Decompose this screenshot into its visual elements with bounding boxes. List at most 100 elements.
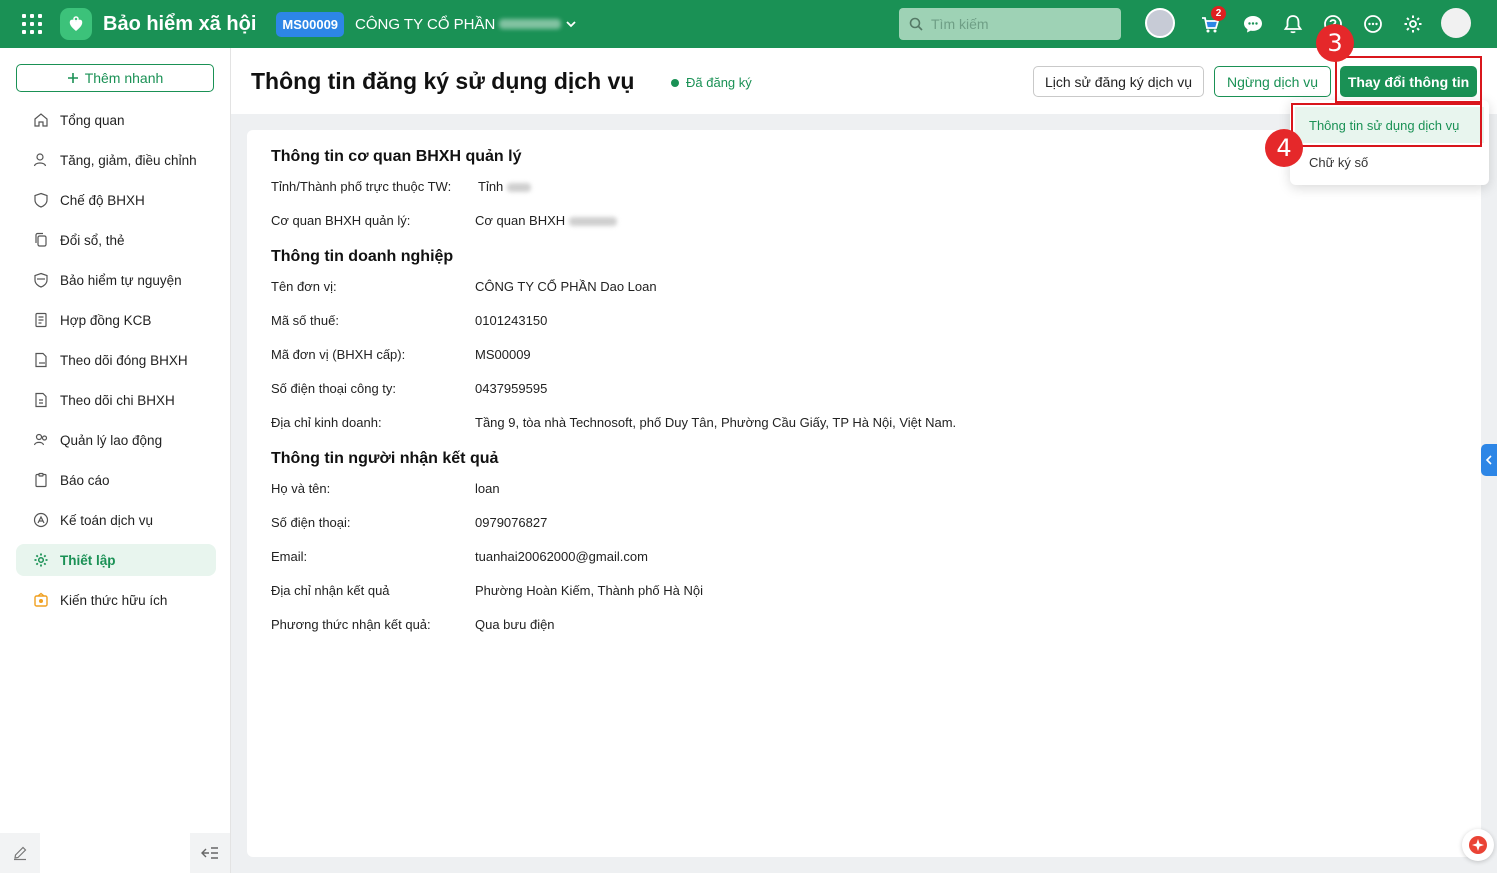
sidebar-item-lao-dong[interactable]: Quản lý lao động — [16, 424, 216, 456]
top-bar: Bảo hiểm xã hội MS00009 CÔNG TY CỔ PHẦN — [0, 0, 1497, 48]
sidebar-item-che-do[interactable]: Chế độ BHXH — [16, 184, 216, 216]
sidebar-item-tang-giam[interactable]: Tăng, giảm, điều chỉnh — [16, 144, 216, 176]
field-label: Địa chỉ kinh doanh: — [271, 415, 382, 430]
sidebar-item-label: Đổi sổ, thẻ — [60, 232, 125, 248]
sidebar-item-label: Bảo hiểm tự nguyện — [60, 272, 182, 288]
step-marker-4: 4 — [1265, 129, 1303, 167]
sidebar-footer — [0, 833, 230, 873]
highlight-box-step-3 — [1335, 56, 1482, 103]
app-logo[interactable] — [60, 8, 92, 40]
calendar-doc-icon — [32, 351, 50, 369]
search-placeholder: Tìm kiếm — [931, 16, 989, 32]
field-value: Qua bưu điện — [475, 617, 555, 632]
search-input[interactable]: Tìm kiếm — [899, 8, 1121, 40]
field-label: Số điện thoại: — [271, 515, 351, 530]
field-label: Mã số thuế: — [271, 313, 339, 328]
sidebar-item-theo-doi-chi[interactable]: Theo dõi chi BHXH — [16, 384, 216, 416]
sidebar-item-hop-dong[interactable]: Hợp đồng KCB — [16, 304, 216, 336]
sidebar-item-label: Tổng quan — [60, 112, 125, 128]
stop-service-button[interactable]: Ngừng dịch vụ — [1214, 66, 1331, 97]
redacted-text — [499, 19, 562, 29]
field-value: 0437959595 — [475, 381, 548, 396]
sidebar-item-label: Kiến thức hữu ích — [60, 592, 168, 608]
collapse-sidebar-icon[interactable] — [190, 833, 230, 873]
cart-icon[interactable]: 2 — [1196, 6, 1226, 38]
field-value: Phường Hoàn Kiếm, Thành phố Hà Nội — [475, 583, 704, 598]
contract-icon — [32, 311, 50, 329]
assistant-fab-icon[interactable] — [1462, 829, 1494, 861]
sidebar-item-kien-thuc[interactable]: Kiến thức hữu ích — [16, 584, 216, 616]
profile-avatar-icon[interactable] — [1441, 8, 1471, 38]
sidebar: Thêm nhanh Tổng quan Tăng, giảm, điều ch… — [0, 48, 231, 873]
home-icon — [32, 111, 50, 129]
highlight-box-step-4 — [1291, 103, 1482, 147]
app-title[interactable]: Bảo hiểm xã hội — [103, 13, 256, 36]
company-section-title: Thông tin doanh nghiệp — [271, 248, 454, 265]
company-switcher[interactable]: CÔNG TY CỔ PHẦN — [355, 16, 577, 33]
field-value: tuanhai20062000@gmail.com — [475, 549, 648, 564]
dropdown-item-digital-signature[interactable]: Chữ ký số — [1295, 144, 1484, 180]
field-value: Tỉnh — [478, 179, 532, 194]
step-marker-3: 3 — [1316, 24, 1354, 62]
status-badge: Đã đăng ký — [671, 75, 752, 90]
redacted-text — [569, 217, 618, 227]
field-value: CÔNG TY CỔ PHẦN Dao Loan — [475, 279, 657, 294]
field-value: 0101243150 — [475, 313, 548, 328]
recipient-section-title: Thông tin người nhận kết quả — [271, 450, 499, 467]
agency-section-title: Thông tin cơ quan BHXH quản lý — [271, 148, 522, 165]
field-label: Số điện thoại công ty: — [271, 381, 397, 396]
copy-icon — [32, 231, 50, 249]
edit-icon[interactable] — [0, 833, 40, 873]
sidebar-item-label: Tăng, giảm, điều chỉnh — [60, 152, 197, 168]
settings-gear-icon[interactable] — [1399, 10, 1427, 38]
sidebar-item-thiet-lap[interactable]: Thiết lập — [16, 544, 216, 576]
field-label: Địa chỉ nhận kết quả — [271, 583, 390, 598]
app-grid-icon[interactable] — [22, 14, 42, 34]
sidebar-item-tong-quan[interactable]: Tổng quan — [16, 104, 216, 136]
status-dot-icon — [671, 78, 679, 87]
user-adjust-icon — [32, 151, 50, 169]
sidebar-item-tu-nguyen[interactable]: Bảo hiểm tự nguyện — [16, 264, 216, 296]
sidebar-item-label: Theo dõi chi BHXH — [60, 392, 175, 408]
company-name: CÔNG TY CỔ PHẦN — [355, 15, 496, 33]
field-label: Mã đơn vị (BHXH cấp): — [271, 347, 406, 362]
report-icon — [32, 471, 50, 489]
province-value: Tỉnh — [478, 179, 504, 194]
sidebar-item-doi-so[interactable]: Đổi sổ, thẻ — [16, 224, 216, 256]
user-avatar-icon[interactable] — [1145, 8, 1175, 38]
more-icon[interactable] — [1359, 10, 1387, 38]
sidebar-item-ke-toan[interactable]: Kế toán dịch vụ — [16, 504, 216, 536]
users-icon — [32, 431, 50, 449]
sidebar-item-label: Kế toán dịch vụ — [60, 512, 154, 528]
chevron-down-icon — [566, 21, 576, 28]
field-label: Cơ quan BHXH quản lý: — [271, 213, 411, 228]
side-panel-toggle-icon[interactable] — [1481, 444, 1497, 476]
agency-value: Cơ quan BHXH — [475, 213, 566, 228]
redacted-text — [507, 183, 532, 193]
chat-icon[interactable] — [1239, 10, 1267, 38]
bell-icon[interactable] — [1279, 10, 1307, 38]
shield-heart-icon — [32, 191, 50, 209]
sidebar-item-theo-doi-dong[interactable]: Theo dõi đóng BHXH — [16, 344, 216, 376]
field-value: MS00009 — [475, 347, 531, 362]
quick-add-label: Thêm nhanh — [84, 70, 164, 86]
sidebar-item-label: Báo cáo — [60, 472, 110, 488]
gear-icon — [32, 551, 50, 569]
status-label: Đã đăng ký — [686, 75, 752, 90]
field-value: Cơ quan BHXH — [475, 213, 618, 228]
field-value: Tầng 9, tòa nhà Technosoft, phố Duy Tân,… — [475, 415, 957, 430]
sidebar-nav: Tổng quan Tăng, giảm, điều chỉnh Chế độ … — [16, 104, 216, 624]
field-label: Tỉnh/Thành phố trực thuộc TW: — [271, 179, 452, 194]
plus-icon — [67, 73, 78, 83]
cart-count-badge: 2 — [1211, 6, 1226, 21]
knowledge-icon — [32, 591, 50, 609]
quick-add-button[interactable]: Thêm nhanh — [16, 64, 214, 92]
search-icon — [909, 17, 923, 31]
sidebar-item-bao-cao[interactable]: Báo cáo — [16, 464, 216, 496]
field-label: Họ và tên: — [271, 481, 331, 496]
shield-icon — [32, 271, 50, 289]
field-label: Tên đơn vị: — [271, 279, 337, 294]
history-button[interactable]: Lịch sử đăng ký dịch vụ — [1033, 66, 1204, 97]
field-label: Email: — [271, 549, 308, 564]
sidebar-item-label: Thiết lập — [60, 552, 116, 568]
